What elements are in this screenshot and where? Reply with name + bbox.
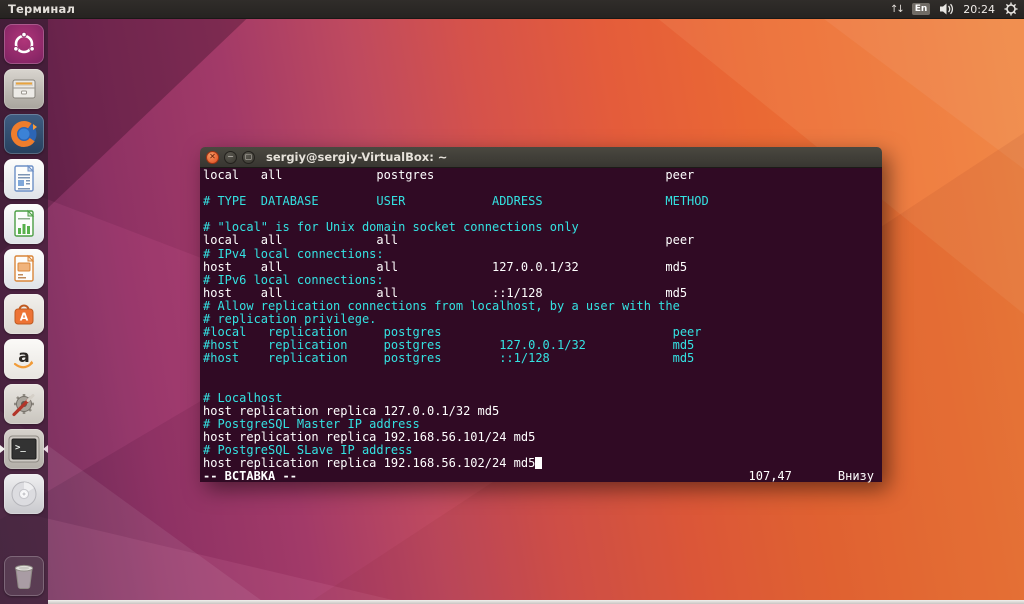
launcher-item-files[interactable] [0, 66, 48, 111]
terminal-line: local all postgres peer [203, 168, 695, 182]
vim-statusline: -- ВСТАВКА -- 107,47 Внизу [203, 470, 882, 483]
session-gear-icon[interactable] [1004, 2, 1018, 16]
unity-launcher: A a >_ [0, 18, 48, 604]
vim-mode-indicator: -- ВСТАВКА -- [203, 469, 297, 484]
ubuntu-logo-icon [4, 23, 44, 64]
trash-icon [4, 555, 44, 596]
terminal-line: # IPv4 local connections: [203, 246, 384, 261]
cd-disc-icon [4, 473, 44, 514]
vim-position-indicator: Внизу [837, 469, 874, 484]
launcher-item-amazon[interactable]: a [0, 336, 48, 381]
launcher-spacer [0, 516, 48, 553]
terminal-icon: >_ [4, 428, 44, 469]
terminal-line: # IPv6 local connections: [203, 272, 384, 287]
launcher-item-dash-home[interactable] [0, 21, 48, 66]
launcher-item-software-center[interactable]: A [0, 291, 48, 336]
calc-spreadsheet-icon [4, 203, 44, 244]
software-center-bag-icon: A [4, 293, 44, 334]
launcher-item-terminal[interactable]: >_ [0, 426, 48, 471]
firefox-icon [4, 113, 44, 154]
launcher-item-system-settings[interactable] [0, 381, 48, 426]
top-panel: Терминал ↑↓ En 20:24 [0, 0, 1024, 19]
terminal-line: host replication replica 127.0.0.1/32 md… [203, 403, 500, 418]
amazon-icon: a [4, 338, 44, 379]
launcher-focused-arrow-icon [43, 444, 48, 453]
maximize-button[interactable]: ▢ [242, 150, 255, 164]
terminal-line: # TYPE DATABASE USER ADDRESS METHOD [203, 194, 709, 209]
bottom-window-edge [48, 600, 1024, 604]
network-arrows-icon[interactable]: ↑↓ [890, 4, 905, 15]
impress-presentation-icon [4, 248, 44, 289]
system-tray: ↑↓ En 20:24 [890, 2, 1018, 16]
launcher-running-arrow-icon [0, 444, 5, 453]
file-cabinet-icon [4, 68, 44, 109]
close-button[interactable]: ✕ [206, 150, 219, 164]
volume-icon[interactable] [939, 2, 954, 16]
launcher-item-disks[interactable] [0, 471, 48, 516]
writer-document-icon [4, 158, 44, 199]
amazon-letter: a [18, 347, 29, 367]
launcher-item-trash[interactable] [0, 553, 48, 598]
terminal-line: # PostgreSQL Master IP address [203, 416, 420, 431]
keyboard-layout-indicator[interactable]: En [911, 3, 931, 15]
terminal-line: # Localhost [203, 390, 283, 405]
launcher-item-firefox[interactable] [0, 111, 48, 156]
terminal-line: #host replication postgres ::1/128 md5 [203, 351, 695, 366]
terminal-line: host all all ::1/128 md5 [203, 285, 688, 300]
terminal-line: local all all peer [203, 233, 695, 248]
terminal-prompt-glyph: >_ [15, 443, 26, 453]
launcher-item-libreoffice-calc[interactable] [0, 201, 48, 246]
clock[interactable]: 20:24 [963, 3, 995, 16]
launcher-item-libreoffice-writer[interactable] [0, 156, 48, 201]
vim-ruler: 107,47 [748, 469, 792, 484]
window-title: sergiy@sergiy-VirtualBox: ~ [266, 150, 448, 164]
settings-gear-icon [4, 383, 44, 424]
software-center-letter: A [20, 310, 29, 323]
launcher-item-libreoffice-impress[interactable] [0, 246, 48, 291]
active-app-title: Терминал [8, 2, 76, 16]
terminal-lines: local all postgres peer # TYPE DATABASE U… [203, 168, 882, 470]
terminal-content[interactable]: local all postgres peer # TYPE DATABASE U… [200, 168, 882, 483]
text-cursor [535, 457, 543, 470]
terminal-line: host all all 127.0.0.1/32 md5 [203, 259, 688, 274]
minimize-button[interactable]: − [224, 150, 237, 164]
desktop: Терминал ↑↓ En 20:24 A a >_ ✕ − ▢ sergiy… [0, 0, 1024, 604]
terminal-window: ✕ − ▢ sergiy@sergiy-VirtualBox: ~ local … [200, 147, 882, 483]
terminal-titlebar[interactable]: ✕ − ▢ sergiy@sergiy-VirtualBox: ~ [200, 147, 882, 168]
terminal-line: host replication replica 192.168.56.101/… [203, 429, 536, 444]
